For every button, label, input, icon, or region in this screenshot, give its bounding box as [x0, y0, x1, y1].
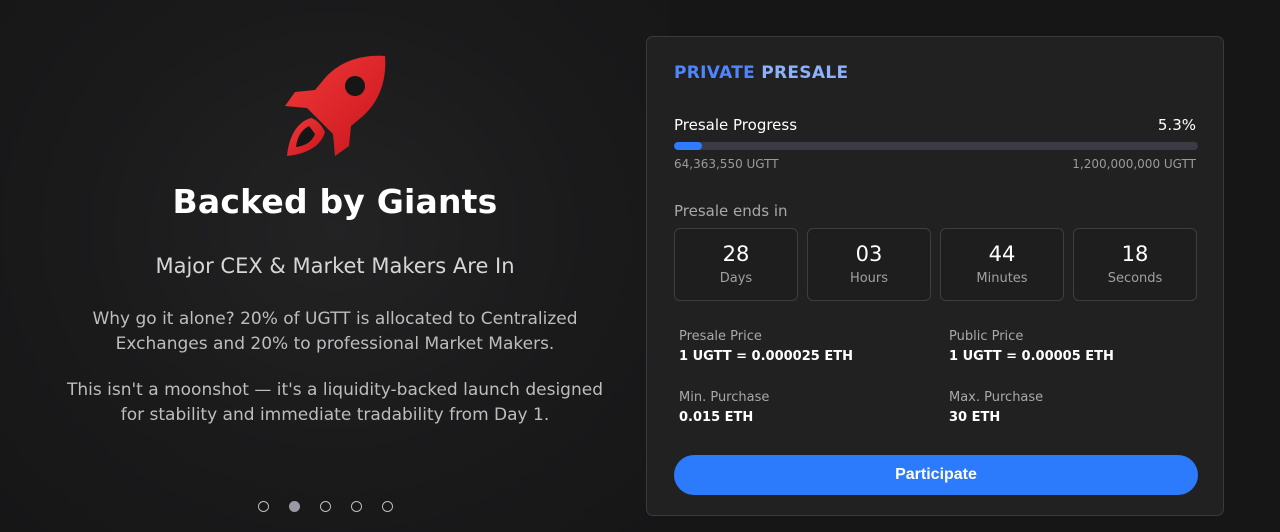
- carousel-dot-4[interactable]: [351, 501, 362, 512]
- carousel-dot-3[interactable]: [320, 501, 331, 512]
- public-price-value: 1 UGTT = 0.00005 ETH: [949, 349, 1114, 364]
- participate-button[interactable]: Participate: [674, 455, 1198, 495]
- goal-amount: 1,200,000,000 UGTT: [1072, 157, 1196, 171]
- countdown-value: 18: [1121, 242, 1149, 266]
- rocket-icon: [285, 55, 386, 156]
- progress-bar-fill: [674, 142, 702, 150]
- hero-paragraph-2: This isn't a moonshot — it's a liquidity…: [67, 380, 603, 425]
- countdown-value: 03: [855, 242, 883, 266]
- countdown-unit: Seconds: [1107, 271, 1163, 286]
- max-purchase-block: Max. Purchase 30 ETH: [949, 390, 1043, 425]
- countdown-timer: 28 Days 03 Hours 44 Minutes 18 Seconds: [674, 228, 1197, 301]
- countdown-seconds: 18 Seconds: [1073, 228, 1197, 301]
- min-purchase-value: 0.015 ETH: [679, 410, 754, 425]
- countdown-hours: 03 Hours: [807, 228, 931, 301]
- min-purchase-block: Min. Purchase 0.015 ETH: [679, 390, 769, 425]
- max-purchase-value: 30 ETH: [949, 410, 1001, 425]
- presale-title: PRIVATE PRESALE: [674, 63, 848, 83]
- presale-price-block: Presale Price 1 UGTT = 0.000025 ETH: [679, 329, 853, 364]
- countdown-minutes: 44 Minutes: [940, 228, 1064, 301]
- carousel-dot-5[interactable]: [382, 501, 393, 512]
- presale-ends-label: Presale ends in: [674, 202, 788, 220]
- countdown-days: 28 Days: [674, 228, 798, 301]
- countdown-unit: Hours: [849, 271, 889, 286]
- hero-subtitle: Major CEX & Market Makers Are In: [155, 254, 515, 278]
- hero-section: Backed by Giants Major CEX & Market Make…: [0, 0, 670, 532]
- countdown-unit: Days: [719, 271, 753, 286]
- progress-label: Presale Progress: [674, 116, 798, 134]
- presale-price-value: 1 UGTT = 0.000025 ETH: [679, 349, 853, 364]
- progress-percent: 5.3%: [1157, 116, 1196, 134]
- carousel-dots: [258, 501, 393, 512]
- countdown-unit: Minutes: [976, 271, 1028, 286]
- min-purchase-label: Min. Purchase: [679, 390, 770, 405]
- hero-paragraph-1: Why go it alone? 20% of UGTT is allocate…: [92, 309, 578, 354]
- countdown-value: 28: [722, 242, 750, 266]
- carousel-dot-2[interactable]: [289, 501, 300, 512]
- max-purchase-label: Max. Purchase: [949, 390, 1044, 405]
- countdown-value: 44: [988, 242, 1016, 266]
- public-price-block: Public Price 1 UGTT = 0.00005 ETH: [949, 329, 1114, 364]
- presale-title-presale: PRESALE: [755, 63, 849, 83]
- presale-price-label: Presale Price: [679, 329, 762, 344]
- hero-title: Backed by Giants: [172, 182, 498, 221]
- raised-amount: 64,363,550 UGTT: [674, 157, 779, 171]
- public-price-label: Public Price: [949, 329, 1024, 344]
- progress-bar: [674, 142, 1198, 150]
- presale-title-private: PRIVATE: [674, 63, 756, 83]
- presale-card: PRIVATE PRESALE Presale Progress 5.3% 64…: [646, 36, 1224, 516]
- carousel-dot-1[interactable]: [258, 501, 269, 512]
